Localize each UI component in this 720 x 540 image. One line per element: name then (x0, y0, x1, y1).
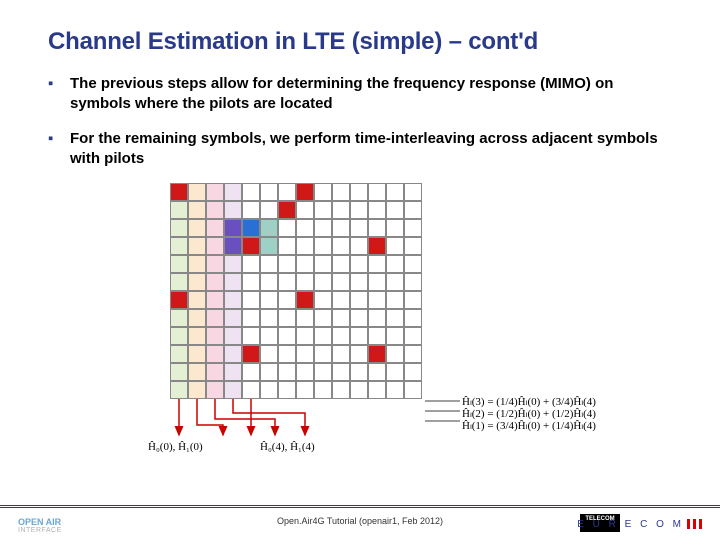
openair-logo-text: OPEN AIR (18, 517, 61, 527)
bullet-item: For the remaining symbols, we perform ti… (48, 129, 672, 170)
formula-h0: Ĥ₀(0), Ĥ₁(0) (148, 441, 203, 453)
openair-logo-sub: INTERFACE (18, 527, 62, 534)
bullet-item: The previous steps allow for determining… (48, 74, 672, 115)
eurecom-logo-bar (693, 519, 696, 529)
eurecom-logo: E U R E C O M (577, 519, 702, 530)
eurecom-logo-text: E U R E C O M (577, 519, 684, 530)
grid-figure: Ĥ₀(0), Ĥ₁(0) Ĥ₀(4), Ĥ₁(4) Ĥₗ(3) = (1/4)Ĥ… (130, 183, 590, 483)
footer-divider (0, 505, 720, 508)
openair-logo: OPEN AIR INTERFACE (18, 517, 62, 534)
formula-interp-1: Ĥₗ(1) = (3/4)Ĥₗ(0) + (1/4)Ĥₗ(4) (462, 419, 596, 432)
bullet-list: The previous steps allow for determining… (48, 74, 672, 169)
slide-title: Channel Estimation in LTE (simple) – con… (48, 28, 672, 56)
eurecom-logo-bar (699, 519, 702, 529)
formula-h4: Ĥ₀(4), Ĥ₁(4) (260, 441, 315, 453)
arrows-svg (130, 183, 590, 483)
eurecom-logo-bar (687, 519, 690, 529)
